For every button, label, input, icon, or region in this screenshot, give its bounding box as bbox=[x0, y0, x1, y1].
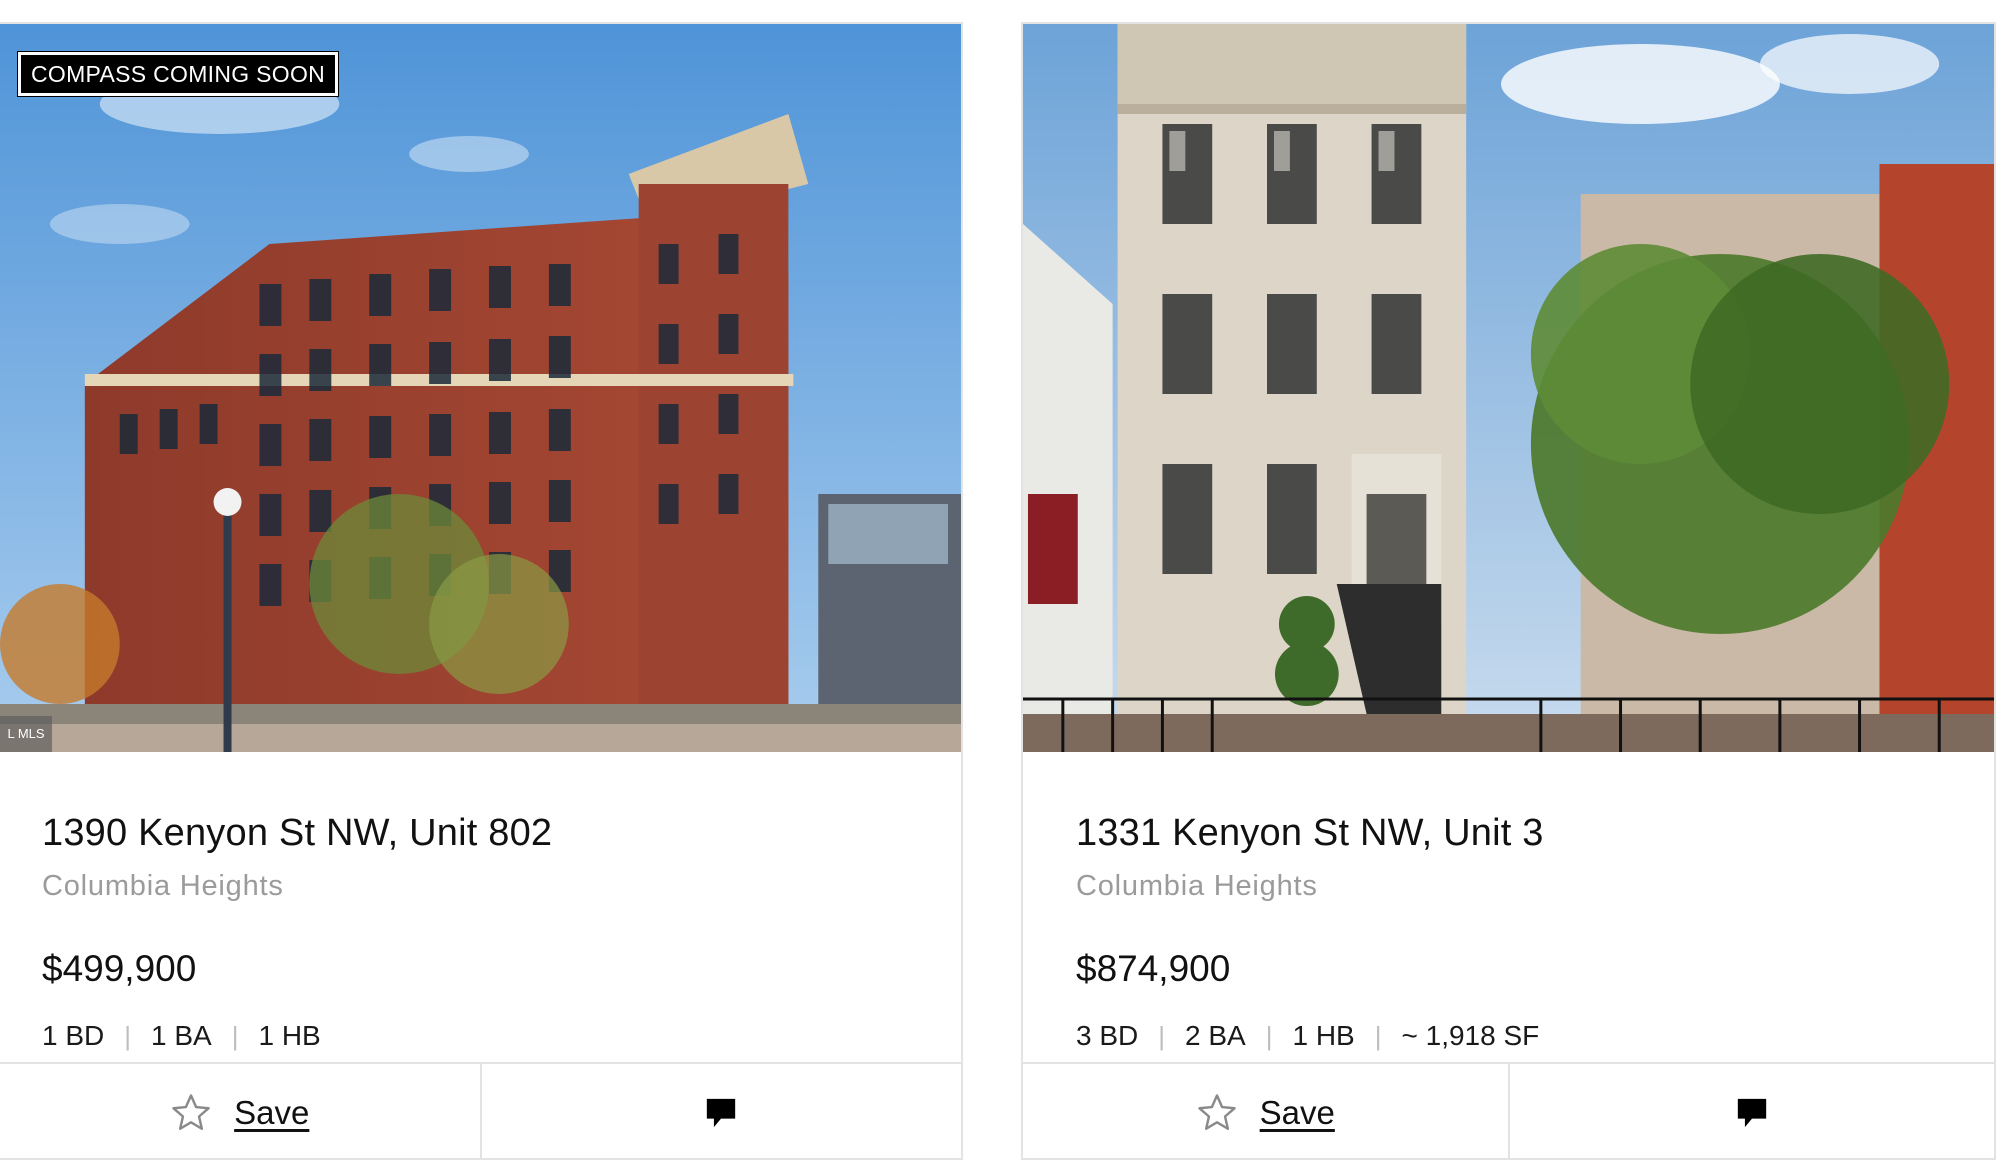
spec-divider: | bbox=[124, 1020, 132, 1051]
star-outline-icon bbox=[172, 1094, 210, 1130]
spec-beds: 3 BD bbox=[1076, 1020, 1139, 1051]
listing-actions: Save bbox=[0, 1062, 962, 1158]
listing-neighborhood: Columbia Heights bbox=[1076, 870, 1318, 902]
listing-actions: Save bbox=[1023, 1062, 1995, 1158]
spec-divider: | bbox=[1265, 1020, 1273, 1051]
coming-soon-badge: COMPASS COMING SOON bbox=[18, 52, 339, 96]
spec-square-feet: ~ 1,918 SF bbox=[1401, 1020, 1540, 1051]
save-button[interactable]: Save bbox=[0, 1064, 482, 1158]
save-button[interactable]: Save bbox=[1023, 1064, 1510, 1158]
spec-beds: 1 BD bbox=[42, 1020, 105, 1051]
listing-info[interactable]: 1390 Kenyon St NW, Unit 802 Columbia Hei… bbox=[0, 752, 961, 1062]
mls-logo: L MLS bbox=[0, 716, 52, 752]
message-button[interactable] bbox=[482, 1064, 962, 1158]
spec-half-baths: 1 HB bbox=[1292, 1020, 1355, 1051]
listing-neighborhood: Columbia Heights bbox=[42, 870, 284, 902]
listing-address[interactable]: 1390 Kenyon St NW, Unit 802 bbox=[42, 812, 552, 855]
spec-divider: | bbox=[1158, 1020, 1166, 1051]
message-button[interactable] bbox=[1510, 1064, 1995, 1158]
spec-divider: | bbox=[1374, 1020, 1382, 1051]
rowhouse-photo-image bbox=[1023, 24, 1994, 752]
chat-bubble-icon bbox=[1737, 1098, 1766, 1128]
listing-photo[interactable]: COMPASS COMING SOON L MLS bbox=[0, 24, 961, 752]
listing-price: $874,900 bbox=[1076, 948, 1231, 989]
spec-divider: | bbox=[231, 1020, 239, 1051]
save-label: Save bbox=[234, 1094, 310, 1131]
spec-baths: 1 BA bbox=[151, 1020, 212, 1051]
listing-card[interactable]: 1331 Kenyon St NW, Unit 3 Columbia Heigh… bbox=[1021, 22, 1996, 1160]
spec-baths: 2 BA bbox=[1185, 1020, 1246, 1051]
chat-bubble-icon bbox=[707, 1098, 736, 1128]
listing-photo[interactable] bbox=[1023, 24, 1994, 752]
listing-specs: 1 BD | 1 BA | 1 HB bbox=[42, 1020, 321, 1052]
listing-price: $499,900 bbox=[42, 948, 197, 989]
listing-card[interactable]: COMPASS COMING SOON L MLS 1390 Kenyon St… bbox=[0, 22, 963, 1160]
save-label: Save bbox=[1259, 1094, 1335, 1131]
listing-specs: 3 BD | 2 BA | 1 HB | ~ 1,918 SF bbox=[1076, 1020, 1539, 1052]
building-photo-image bbox=[0, 24, 961, 752]
listing-info[interactable]: 1331 Kenyon St NW, Unit 3 Columbia Heigh… bbox=[1023, 752, 1994, 1062]
listing-address[interactable]: 1331 Kenyon St NW, Unit 3 bbox=[1076, 812, 1544, 855]
star-outline-icon bbox=[1197, 1094, 1236, 1130]
spec-half-baths: 1 HB bbox=[258, 1020, 321, 1051]
